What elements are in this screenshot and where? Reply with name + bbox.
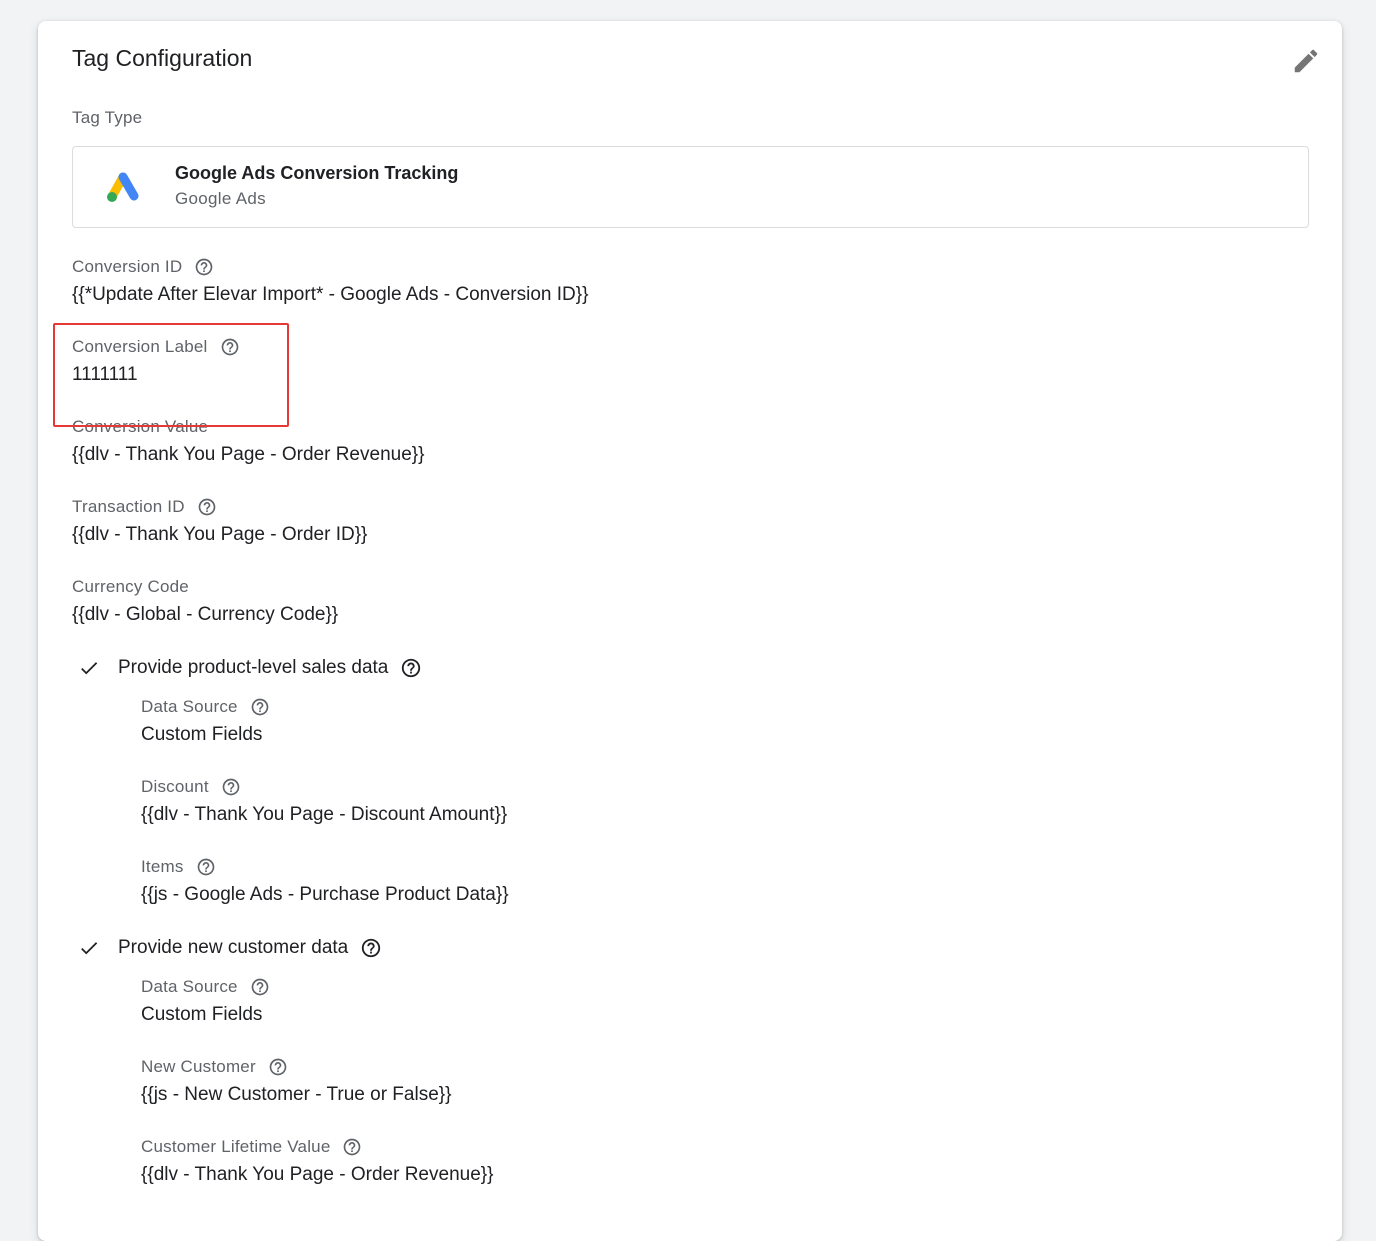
items-value: {{js - Google Ads - Purchase Product Dat… (141, 884, 509, 905)
product-data-source-label: Data Source (141, 697, 238, 716)
card-title: Tag Configuration (72, 45, 253, 71)
discount-label: Discount (141, 777, 209, 796)
product-sales-label: Provide product-level sales data (118, 657, 389, 678)
product-sales-checkbox-row: Provide product-level sales data (78, 657, 422, 679)
new-customer-checkbox-row: Provide new customer data (78, 937, 382, 959)
tag-type-name: Google Ads Conversion Tracking (175, 163, 459, 183)
lifetime-value-field: Customer Lifetime Value {{dlv - Thank Yo… (141, 1136, 493, 1186)
help-icon[interactable] (342, 1137, 362, 1157)
pencil-icon (1294, 49, 1318, 73)
help-icon[interactable] (250, 697, 270, 717)
help-icon[interactable] (360, 937, 382, 959)
product-data-source-field: Data Source Custom Fields (141, 696, 270, 746)
tag-type-provider: Google Ads (175, 189, 266, 208)
customer-data-source-value: Custom Fields (141, 1004, 263, 1025)
help-icon[interactable] (400, 657, 422, 679)
lifetime-value-label: Customer Lifetime Value (141, 1137, 331, 1156)
help-icon[interactable] (197, 497, 217, 517)
tag-type-selector[interactable]: Google Ads Conversion Tracking Google Ad… (72, 146, 1309, 228)
conversion-value-value: {{dlv - Thank You Page - Order Revenue}} (72, 444, 425, 465)
lifetime-value-value: {{dlv - Thank You Page - Order Revenue}} (141, 1164, 494, 1185)
edit-button[interactable] (1288, 43, 1324, 79)
product-data-source-value: Custom Fields (141, 724, 263, 745)
currency-code-label: Currency Code (72, 577, 189, 596)
help-icon[interactable] (268, 1057, 288, 1077)
new-customer-value: {{js - New Customer - True or False}} (141, 1084, 452, 1105)
google-ads-logo-icon (107, 172, 139, 202)
customer-data-source-label: Data Source (141, 977, 238, 996)
currency-code-field: Currency Code {{dlv - Global - Currency … (72, 576, 338, 626)
help-icon[interactable] (221, 777, 241, 797)
currency-code-value: {{dlv - Global - Currency Code}} (72, 604, 339, 625)
transaction-id-value: {{dlv - Thank You Page - Order ID}} (72, 524, 368, 545)
help-icon[interactable] (196, 857, 216, 877)
transaction-id-label: Transaction ID (72, 497, 185, 516)
discount-value: {{dlv - Thank You Page - Discount Amount… (141, 804, 508, 825)
customer-data-source-field: Data Source Custom Fields (141, 976, 270, 1026)
items-field: Items {{js - Google Ads - Purchase Produ… (141, 856, 509, 906)
help-icon[interactable] (194, 257, 214, 277)
conversion-id-field: Conversion ID {{*Update After Elevar Imp… (72, 256, 588, 306)
discount-field: Discount {{dlv - Thank You Page - Discou… (141, 776, 507, 826)
tag-type-label: Tag Type (72, 108, 143, 127)
checkmark-icon (81, 662, 98, 675)
conversion-id-value: {{*Update After Elevar Import* - Google … (72, 284, 589, 305)
transaction-id-field: Transaction ID {{dlv - Thank You Page - … (72, 496, 367, 546)
new-customer-label: New Customer (141, 1057, 256, 1076)
tag-configuration-card: Tag Configuration Tag Type Google Ads Co… (38, 21, 1342, 1241)
items-label: Items (141, 857, 184, 876)
help-icon[interactable] (250, 977, 270, 997)
checkmark-icon (81, 942, 98, 955)
highlight-annotation (53, 323, 289, 427)
new-customer-data-label: Provide new customer data (118, 937, 349, 958)
new-customer-field: New Customer {{js - New Customer - True … (141, 1056, 451, 1106)
conversion-id-label: Conversion ID (72, 257, 183, 276)
